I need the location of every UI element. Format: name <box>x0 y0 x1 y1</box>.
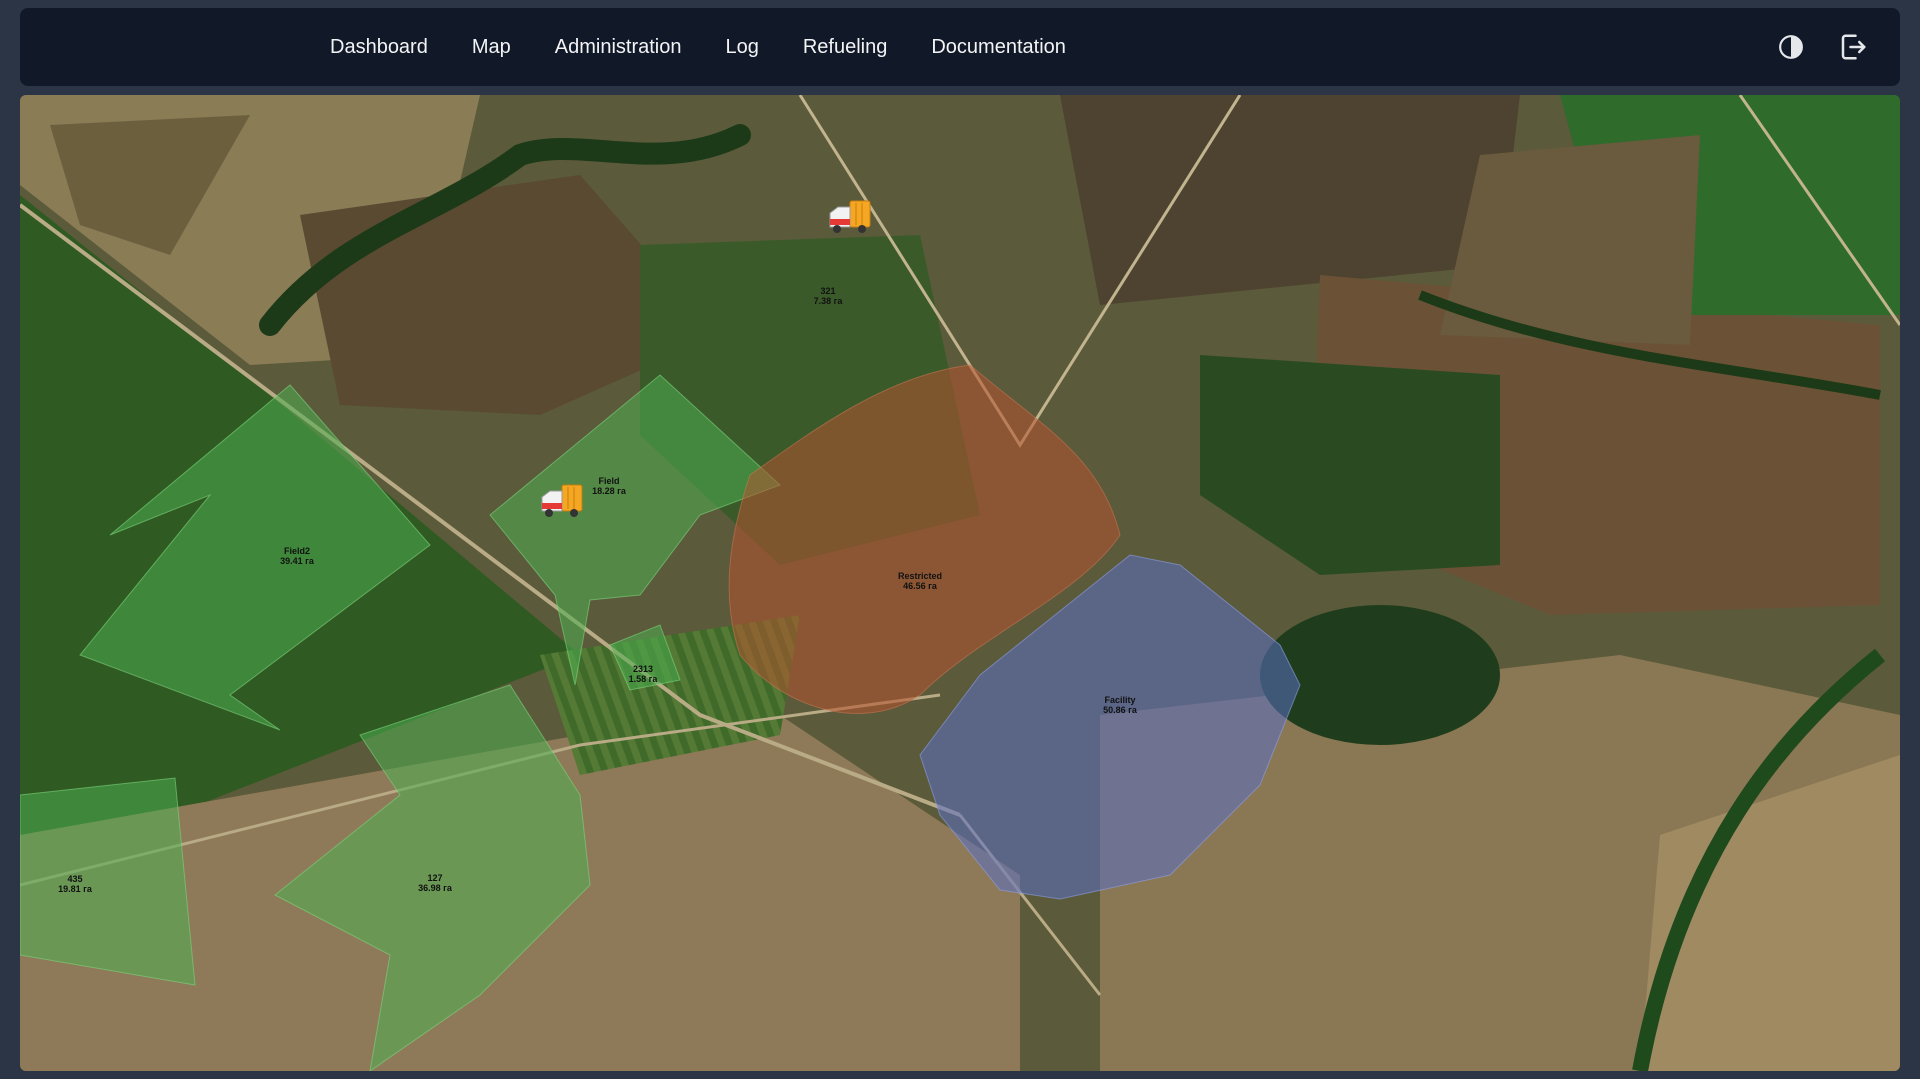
contrast-icon[interactable] <box>1774 30 1808 64</box>
zone-2313-area: 1.58 га <box>629 674 659 684</box>
nav-documentation[interactable]: Documentation <box>931 36 1066 59</box>
zone-field-area: 18.28 га <box>592 486 627 496</box>
nav-refueling[interactable]: Refueling <box>803 36 888 59</box>
zone-435-name: 435 <box>67 874 82 884</box>
zone-field2-name: Field2 <box>284 546 310 556</box>
logout-icon[interactable] <box>1836 30 1870 64</box>
zone-127-name: 127 <box>427 873 442 883</box>
nav-actions <box>1774 8 1870 86</box>
nav-administration[interactable]: Administration <box>555 36 682 59</box>
zone-435-area: 19.81 га <box>58 884 93 894</box>
satellite-map[interactable]: Field 18.28 га Field2 39.41 га Restricte… <box>20 95 1900 1071</box>
zone-321-name: 321 <box>820 286 835 296</box>
zone-facility-area: 50.86 га <box>1103 705 1138 715</box>
nav-dashboard[interactable]: Dashboard <box>330 36 428 59</box>
zone-435[interactable]: 435 19.81 га <box>20 777 196 986</box>
zone-restricted-area: 46.56 га <box>903 581 938 591</box>
zone-2313-name: 2313 <box>633 664 653 674</box>
zone-facility-name: Facility <box>1104 695 1135 705</box>
zone-321-area: 7.38 га <box>814 296 844 306</box>
zone-field-name: Field <box>598 476 619 486</box>
nav-links: Dashboard Map Administration Log Refueli… <box>330 8 1110 86</box>
zone-field2-area: 39.41 га <box>280 556 315 566</box>
nav-map[interactable]: Map <box>472 36 511 59</box>
zone-restricted-name: Restricted <box>898 571 942 581</box>
nav-log[interactable]: Log <box>725 36 758 59</box>
zone-127-area: 36.98 га <box>418 883 453 893</box>
top-navbar: Dashboard Map Administration Log Refueli… <box>20 8 1900 86</box>
terrain-pond-forest <box>1260 605 1500 745</box>
